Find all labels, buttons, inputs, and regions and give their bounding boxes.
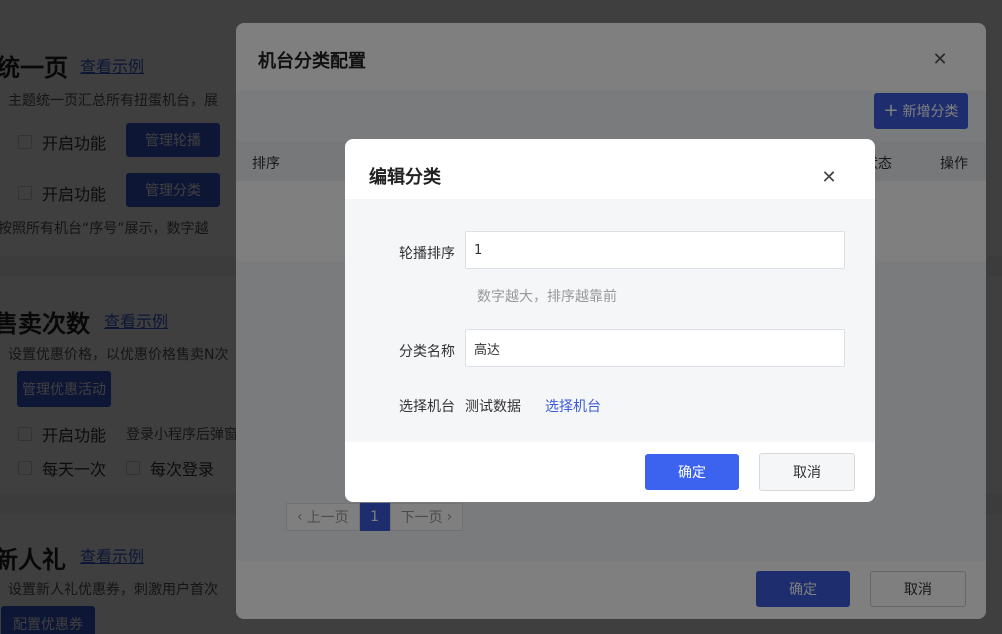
close-icon[interactable]: ✕ — [819, 167, 839, 188]
cancel-button[interactable]: 取消 — [759, 453, 855, 491]
sort-label: 轮播排序 — [399, 246, 455, 262]
dialog-title: 编辑分类 — [369, 167, 441, 188]
sort-input[interactable] — [465, 231, 845, 269]
select-machine-label: 选择机台 — [399, 399, 455, 415]
edit-category-dialog: 编辑分类 ✕ 轮播排序 数字越大，排序越靠前 分类名称 选择机台 测试数据 选择… — [345, 139, 875, 502]
category-name-label: 分类名称 — [399, 344, 455, 360]
category-name-input[interactable] — [465, 329, 845, 367]
dialog-body: 轮播排序 数字越大，排序越靠前 分类名称 选择机台 测试数据 选择机台 — [345, 199, 875, 442]
select-machine-link[interactable]: 选择机台 — [545, 396, 601, 416]
confirm-button[interactable]: 确定 — [645, 454, 739, 490]
selected-machine-value: 测试数据 — [465, 399, 521, 415]
sort-hint: 数字越大，排序越靠前 — [477, 289, 617, 305]
